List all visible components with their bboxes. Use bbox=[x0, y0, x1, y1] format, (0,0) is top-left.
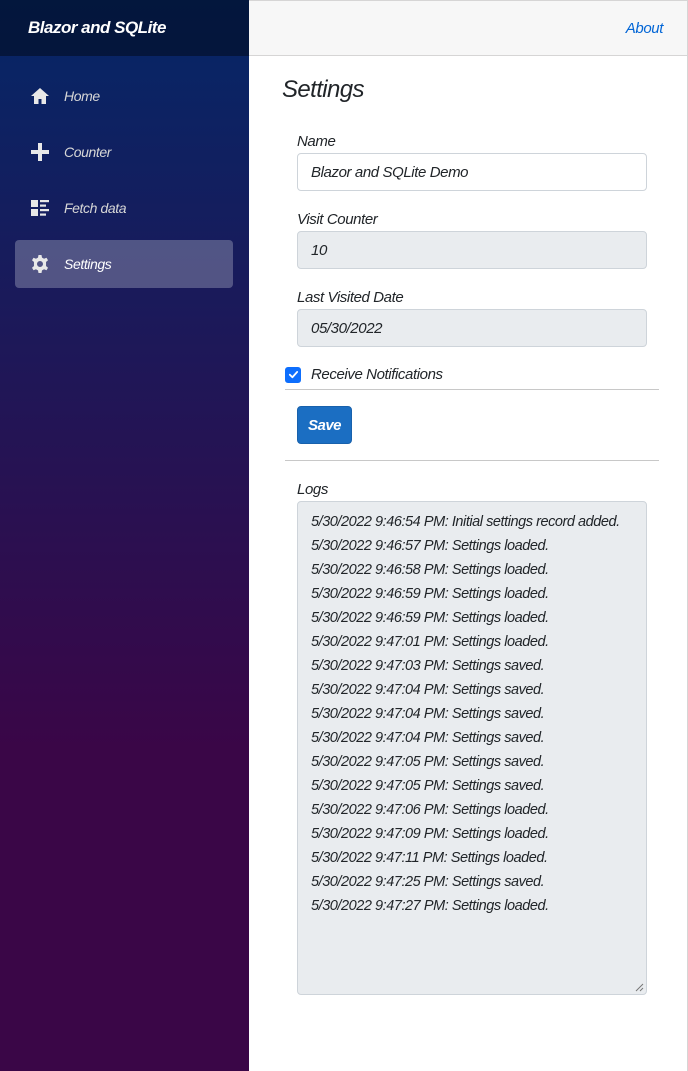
gear-icon bbox=[30, 254, 50, 274]
log-line: 5/30/2022 9:47:04 PM: Settings saved. bbox=[311, 682, 545, 698]
nav-item-settings[interactable]: Settings bbox=[15, 240, 233, 288]
log-line: 5/30/2022 9:47:03 PM: Settings saved. bbox=[311, 658, 545, 674]
log-line: 5/30/2022 9:47:09 PM: Settings loaded. bbox=[311, 826, 549, 842]
check-icon bbox=[288, 371, 298, 379]
receive-notifications-label[interactable]: Receive Notifications bbox=[311, 366, 443, 383]
page-title: Settings bbox=[282, 76, 365, 103]
last-visited-date-value: 05/30/2022 bbox=[311, 319, 383, 337]
plus-icon bbox=[30, 142, 50, 162]
nav-item-label: Home bbox=[64, 88, 100, 104]
list-rich-icon bbox=[30, 198, 50, 218]
nav-menu: Home Counter Fetch data Settings bbox=[0, 56, 249, 288]
about-link[interactable]: About bbox=[626, 20, 664, 37]
resize-handle-icon[interactable] bbox=[635, 983, 644, 992]
divider bbox=[285, 460, 659, 461]
receive-notifications-checkbox[interactable] bbox=[285, 366, 301, 383]
nav-item-label: Counter bbox=[64, 144, 112, 160]
log-line: 5/30/2022 9:46:58 PM: Settings loaded. bbox=[311, 562, 549, 578]
last-visited-date-label: Last Visited Date bbox=[297, 289, 404, 306]
nav-item-counter[interactable]: Counter bbox=[15, 128, 233, 176]
nav-item-home[interactable]: Home bbox=[15, 72, 233, 120]
log-line: 5/30/2022 9:46:57 PM: Settings loaded. bbox=[311, 538, 549, 554]
nav-item-label: Settings bbox=[64, 256, 112, 272]
top-row: About bbox=[249, 0, 688, 56]
visit-counter-field: 10 bbox=[297, 231, 647, 269]
log-line: 5/30/2022 9:47:04 PM: Settings saved. bbox=[311, 706, 545, 722]
log-line: 5/30/2022 9:46:59 PM: Settings loaded. bbox=[311, 586, 549, 602]
nav-item-fetch-data[interactable]: Fetch data bbox=[15, 184, 233, 232]
log-line: 5/30/2022 9:47:11 PM: Settings loaded. bbox=[311, 850, 548, 866]
name-value: Blazor and SQLite Demo bbox=[311, 163, 469, 181]
log-line: 5/30/2022 9:47:04 PM: Settings saved. bbox=[311, 730, 545, 746]
log-line: 5/30/2022 9:47:06 PM: Settings loaded. bbox=[311, 802, 549, 818]
sidebar: Blazor and SQLite Home Counter Fetch dat… bbox=[0, 0, 249, 1071]
receive-notifications-row: Receive Notifications bbox=[285, 366, 443, 383]
divider bbox=[285, 389, 659, 390]
name-label: Name bbox=[297, 133, 336, 150]
logs-label: Logs bbox=[297, 481, 328, 498]
log-line: 5/30/2022 9:47:05 PM: Settings saved. bbox=[311, 754, 545, 770]
brand-bar: Blazor and SQLite bbox=[0, 0, 249, 56]
visit-counter-label: Visit Counter bbox=[297, 211, 378, 228]
brand-title[interactable]: Blazor and SQLite bbox=[28, 18, 166, 38]
log-line: 5/30/2022 9:47:27 PM: Settings loaded. bbox=[311, 898, 549, 914]
last-visited-date-field: 05/30/2022 bbox=[297, 309, 647, 347]
name-field[interactable]: Blazor and SQLite Demo bbox=[297, 153, 647, 191]
logs-textarea[interactable]: 5/30/2022 9:46:54 PM: Initial settings r… bbox=[297, 501, 647, 995]
log-line: 5/30/2022 9:47:01 PM: Settings loaded. bbox=[311, 634, 549, 650]
log-line: 5/30/2022 9:47:25 PM: Settings saved. bbox=[311, 874, 545, 890]
home-icon bbox=[30, 86, 50, 106]
log-line: 5/30/2022 9:46:59 PM: Settings loaded. bbox=[311, 610, 549, 626]
main-content: Settings Name Blazor and SQLite Demo Vis… bbox=[249, 56, 688, 1071]
visit-counter-value: 10 bbox=[311, 241, 327, 259]
save-button[interactable]: Save bbox=[297, 406, 352, 444]
log-line: 5/30/2022 9:47:05 PM: Settings saved. bbox=[311, 778, 545, 794]
nav-item-label: Fetch data bbox=[64, 200, 127, 216]
log-line: 5/30/2022 9:46:54 PM: Initial settings r… bbox=[311, 514, 620, 530]
